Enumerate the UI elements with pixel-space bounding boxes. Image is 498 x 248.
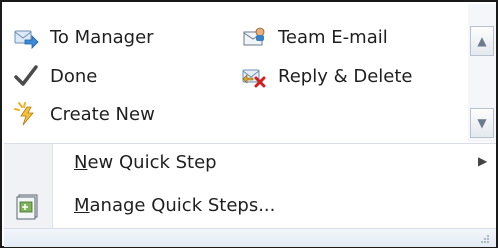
manage-quick-steps-menu-item[interactable]: Manage Quick Steps... (74, 195, 275, 216)
triangle-down-icon: ▼ (477, 116, 487, 130)
reply-delete-icon (240, 62, 268, 90)
new-quick-step-menu-item[interactable]: New Quick Step (74, 152, 217, 173)
resize-footer (4, 228, 496, 247)
quick-steps-dropdown: To Manager Team E-mail Done Reply & Dele… (0, 0, 498, 248)
quick-step-label: Done (50, 65, 98, 87)
team-email-icon (240, 23, 268, 51)
quick-step-label: To Manager (50, 26, 154, 48)
gallery-scrollbar[interactable]: ▲ ▼ (468, 4, 496, 142)
menu-divider (4, 143, 496, 144)
quick-step-done[interactable]: Done (12, 59, 97, 93)
quick-step-label: Team E-mail (278, 26, 388, 48)
scroll-down-button[interactable]: ▼ (470, 108, 494, 138)
submenu-arrow-icon: ▶ (478, 154, 488, 168)
quick-step-create-new[interactable]: Create New (12, 97, 155, 131)
forward-arrow-icon (12, 23, 40, 51)
menu-item-label: anage Quick Steps... (89, 195, 276, 216)
scroll-up-button[interactable]: ▲ (470, 26, 494, 56)
menu-item-label: ew Quick Step (87, 152, 217, 173)
manage-quick-steps-icon (14, 192, 42, 220)
quick-step-team-email[interactable]: Team E-mail (240, 20, 388, 54)
resize-grip-icon[interactable] (480, 234, 490, 244)
quick-step-to-manager[interactable]: To Manager (12, 20, 154, 54)
quick-step-label: Reply & Delete (278, 65, 413, 87)
quick-step-reply-delete[interactable]: Reply & Delete (240, 59, 412, 93)
checkmark-icon (12, 62, 40, 90)
triangle-up-icon: ▲ (477, 34, 487, 48)
quick-steps-gallery: To Manager Team E-mail Done Reply & Dele… (4, 4, 466, 126)
lightning-new-icon (12, 100, 40, 128)
access-key: M (74, 195, 90, 216)
quick-step-label: Create New (50, 103, 155, 125)
access-key: N (74, 152, 88, 173)
